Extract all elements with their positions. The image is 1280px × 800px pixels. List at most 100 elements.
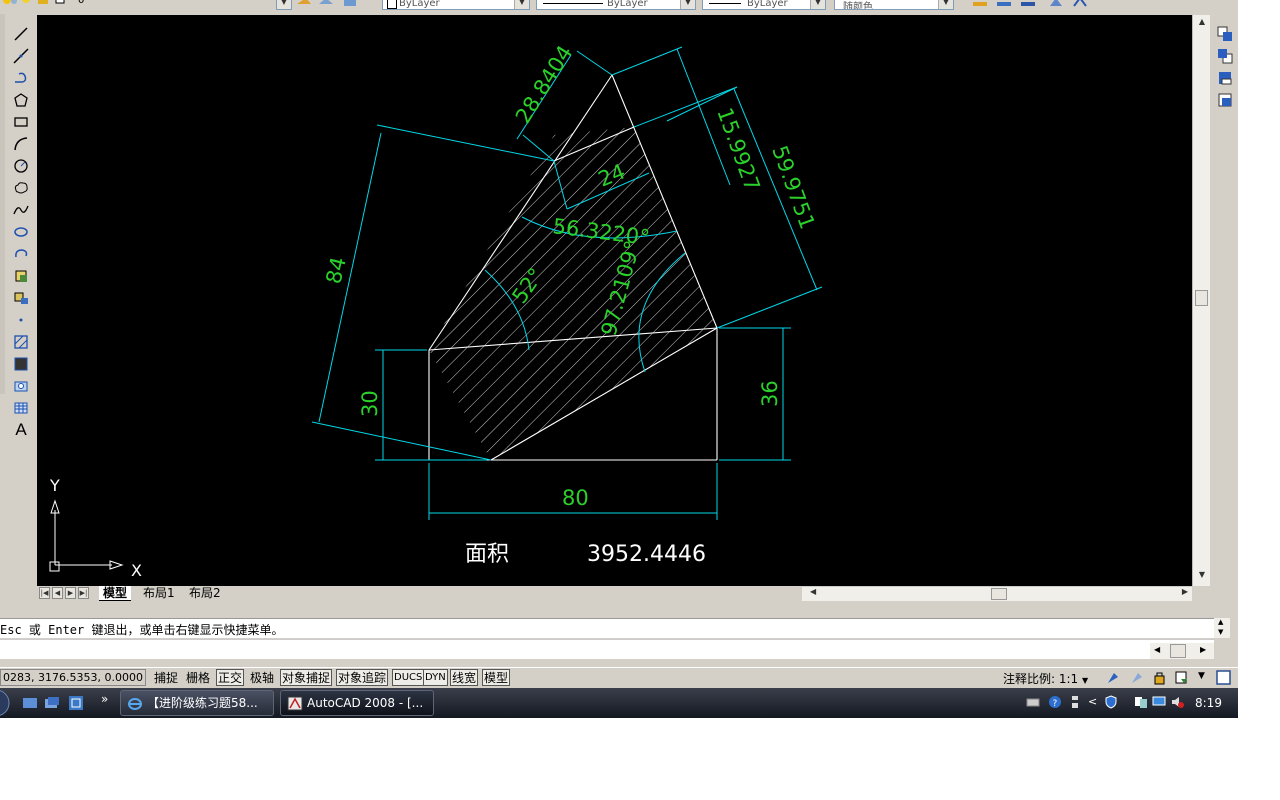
scroll-left-icon[interactable]: ◀	[810, 587, 816, 596]
tray-settings-icon[interactable]	[1068, 695, 1082, 709]
help-icon[interactable]: ?	[1048, 695, 1062, 709]
hatch-tool[interactable]	[11, 332, 31, 352]
taskbar-item-autocad[interactable]: AutoCAD 2008 - [...	[280, 690, 434, 716]
canvas-vertical-scrollbar[interactable]: ▲ ▼	[1192, 15, 1210, 586]
scroll-left-icon[interactable]: ◀	[1154, 645, 1160, 654]
first-tab-icon[interactable]: |◀	[39, 587, 50, 599]
model-toggle[interactable]: 模型	[482, 669, 511, 686]
drawing-canvas[interactable]: 28.8404 15.9927 59.9751 84 24 56.3220° 5…	[37, 15, 1192, 586]
scroll-thumb[interactable]	[1195, 290, 1208, 306]
layer-make-current-icon[interactable]	[296, 0, 312, 8]
ellipse-arc-tool[interactable]	[11, 244, 31, 264]
toolbar-lock-icon[interactable]	[1152, 670, 1167, 685]
scroll-up-icon[interactable]: ▲	[1218, 618, 1223, 626]
insert-block-tool[interactable]	[11, 266, 31, 286]
tab-layout2[interactable]: 布局2	[185, 586, 225, 600]
show-desktop-icon[interactable]	[22, 696, 38, 710]
layer-properties-icon[interactable]	[1020, 0, 1036, 8]
last-tab-icon[interactable]: ▶|	[78, 587, 89, 599]
ellipse-tool[interactable]	[11, 222, 31, 242]
display-icon[interactable]	[1152, 695, 1166, 709]
tray-expand-icon[interactable]: <	[1088, 695, 1102, 709]
annotation-visibility-icon[interactable]	[1106, 670, 1121, 685]
linetype-dropdown[interactable]: ByLayer ▼	[536, 0, 696, 10]
polar-toggle[interactable]: 极轴	[248, 669, 276, 686]
chevron-down-icon[interactable]: ▼	[1198, 671, 1213, 686]
scroll-down-icon[interactable]: ▼	[1195, 570, 1209, 584]
clean-screen-icon[interactable]	[1174, 670, 1189, 685]
annotation-scale[interactable]: 注释比例: 1:1 ▼	[1003, 670, 1088, 687]
match-properties-icon[interactable]	[996, 0, 1012, 8]
ducs-toggle[interactable]: DUCS	[392, 669, 425, 686]
scroll-thumb[interactable]	[1170, 644, 1186, 658]
layer-dropdown[interactable]: ▼	[276, 0, 292, 10]
command-scrollbar[interactable]: ▲ ▼	[1214, 618, 1230, 638]
multiline-text-tool[interactable]: A	[11, 420, 31, 440]
color-dropdown[interactable]: ByLayer ▼	[382, 0, 530, 10]
next-tab-icon[interactable]: ▶	[65, 587, 76, 599]
command-input[interactable]	[0, 639, 1214, 659]
command-horizontal-scrollbar[interactable]: ◀ ▶	[1150, 643, 1214, 659]
scroll-up-icon[interactable]: ▲	[1195, 17, 1209, 31]
region-tool[interactable]	[11, 376, 31, 396]
grid-toggle[interactable]: 栅格	[184, 669, 212, 686]
tab-model[interactable]: 模型	[99, 586, 132, 601]
bring-to-front-button[interactable]	[1214, 24, 1236, 44]
tool-palettes-icon[interactable]	[1072, 0, 1088, 8]
line-tool[interactable]	[11, 24, 31, 44]
keyboard-icon[interactable]	[1026, 695, 1040, 709]
ortho-toggle[interactable]: 正交	[216, 669, 245, 686]
taskbar-item-browser[interactable]: 【进阶级练习题58...	[120, 690, 274, 716]
scroll-right-icon[interactable]: ▶	[1182, 587, 1188, 596]
spline-tool[interactable]	[11, 200, 31, 220]
polyline-tool[interactable]	[11, 68, 31, 88]
switch-windows-icon[interactable]	[44, 696, 60, 710]
osnap-toggle[interactable]: 对象捕捉	[280, 669, 333, 686]
plotstyle-dropdown[interactable]: 随颜色 ▼	[834, 0, 954, 10]
send-to-back-button[interactable]	[1214, 46, 1236, 66]
security-shield-icon[interactable]	[1104, 695, 1118, 709]
dyn-toggle[interactable]: DYN	[423, 669, 448, 686]
quicklaunch-overflow[interactable]: »	[101, 692, 108, 706]
snap-toggle[interactable]: 捕捉	[152, 669, 180, 686]
construction-line-tool[interactable]	[11, 46, 31, 66]
design-center-icon[interactable]	[1048, 0, 1064, 8]
properties-icon[interactable]	[972, 0, 988, 8]
scroll-thumb-horizontal[interactable]	[991, 588, 1007, 600]
circle-tool[interactable]	[11, 156, 31, 176]
scroll-down-icon[interactable]: ▼	[1218, 628, 1223, 636]
ucs-x-label: X	[131, 561, 142, 580]
lineweight-dropdown[interactable]: ByLayer ▼	[702, 0, 826, 10]
volume-muted-icon[interactable]	[1170, 695, 1184, 709]
rectangle-tool[interactable]	[11, 112, 31, 132]
arc-tool[interactable]	[11, 134, 31, 154]
lineweight-toggle[interactable]: 线宽	[450, 669, 479, 686]
layer-state-icon[interactable]	[2, 0, 18, 8]
sun-icon[interactable]	[20, 0, 36, 8]
hatched-region	[429, 127, 717, 460]
quicklaunch-app-icon[interactable]	[68, 695, 84, 711]
color-square-icon[interactable]	[54, 0, 70, 8]
canvas-horizontal-scrollbar[interactable]: ◀ ▶	[802, 586, 1192, 601]
bring-above-button[interactable]	[1214, 68, 1236, 88]
revision-cloud-tool[interactable]	[11, 178, 31, 198]
gradient-tool[interactable]	[11, 354, 31, 374]
coordinate-readout[interactable]: 0283, 3176.5353, 0.0000	[0, 669, 146, 686]
layer-states-icon[interactable]	[342, 0, 358, 8]
make-block-tool[interactable]	[11, 288, 31, 308]
send-under-button[interactable]	[1214, 90, 1236, 110]
taskbar-clock[interactable]: 8:19	[1195, 696, 1222, 710]
prev-tab-icon[interactable]: ◀	[52, 587, 63, 599]
table-tool[interactable]	[11, 398, 31, 418]
point-tool[interactable]	[11, 310, 31, 330]
otrack-toggle[interactable]: 对象追踪	[336, 669, 389, 686]
layer-previous-icon[interactable]	[318, 0, 334, 8]
tab-layout1[interactable]: 布局1	[139, 586, 179, 600]
start-button-edge[interactable]	[0, 688, 12, 718]
network-icon[interactable]	[1134, 695, 1148, 709]
maximize-viewport-icon[interactable]	[1216, 670, 1231, 685]
polygon-tool[interactable]	[11, 90, 31, 110]
auto-scale-icon[interactable]	[1130, 670, 1145, 685]
lock-icon[interactable]	[36, 0, 52, 8]
scroll-right-icon[interactable]: ▶	[1200, 645, 1206, 654]
